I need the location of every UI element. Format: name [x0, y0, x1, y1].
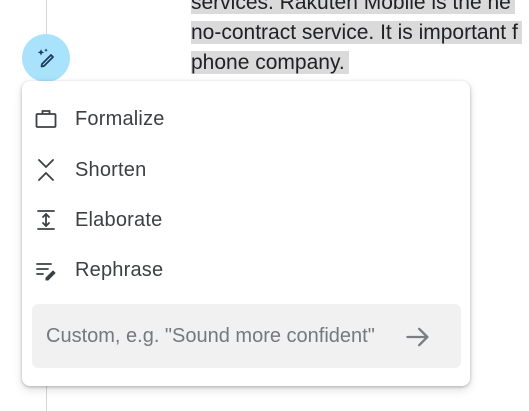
- menu-item-rephrase[interactable]: Rephrase: [22, 248, 470, 292]
- document-line: no-contract service. It is important f: [191, 18, 522, 48]
- ai-write-button[interactable]: [22, 34, 70, 82]
- document-line: services. Rakuten Mobile is the ne: [191, 0, 522, 18]
- magic-pen-icon: [38, 48, 54, 68]
- menu-item-label: Elaborate: [75, 208, 163, 231]
- custom-prompt-box: [32, 304, 461, 368]
- menu-item-formalize[interactable]: Formalize: [22, 97, 470, 141]
- menu-item-label: Formalize: [75, 107, 165, 130]
- menu-item-label: Rephrase: [75, 258, 164, 281]
- menu-item-label: Shorten: [75, 158, 147, 181]
- rephrase-icon: [34, 258, 58, 282]
- selected-text: no-contract service. It is important f: [191, 21, 522, 44]
- document-line: phone company.: [191, 48, 522, 78]
- custom-prompt-input[interactable]: [46, 304, 396, 368]
- ai-rewrite-menu: Formalize Shorten Elaborate Rephrase Cus…: [22, 81, 470, 386]
- briefcase-icon: [34, 107, 58, 131]
- submit-custom-button[interactable]: [402, 321, 434, 353]
- selected-text: phone company.: [191, 51, 349, 74]
- editor-stage: services. Rakuten Mobile is the ne no-co…: [0, 0, 529, 411]
- document-text[interactable]: services. Rakuten Mobile is the ne no-co…: [191, 0, 522, 78]
- expand-icon: [34, 208, 58, 232]
- menu-item-shorten[interactable]: Shorten: [22, 148, 470, 192]
- menu-item-elaborate[interactable]: Elaborate: [22, 198, 470, 242]
- collapse-icon: [34, 158, 58, 182]
- selected-text: services. Rakuten Mobile is the ne: [191, 0, 515, 14]
- arrow-right-icon: [406, 327, 429, 347]
